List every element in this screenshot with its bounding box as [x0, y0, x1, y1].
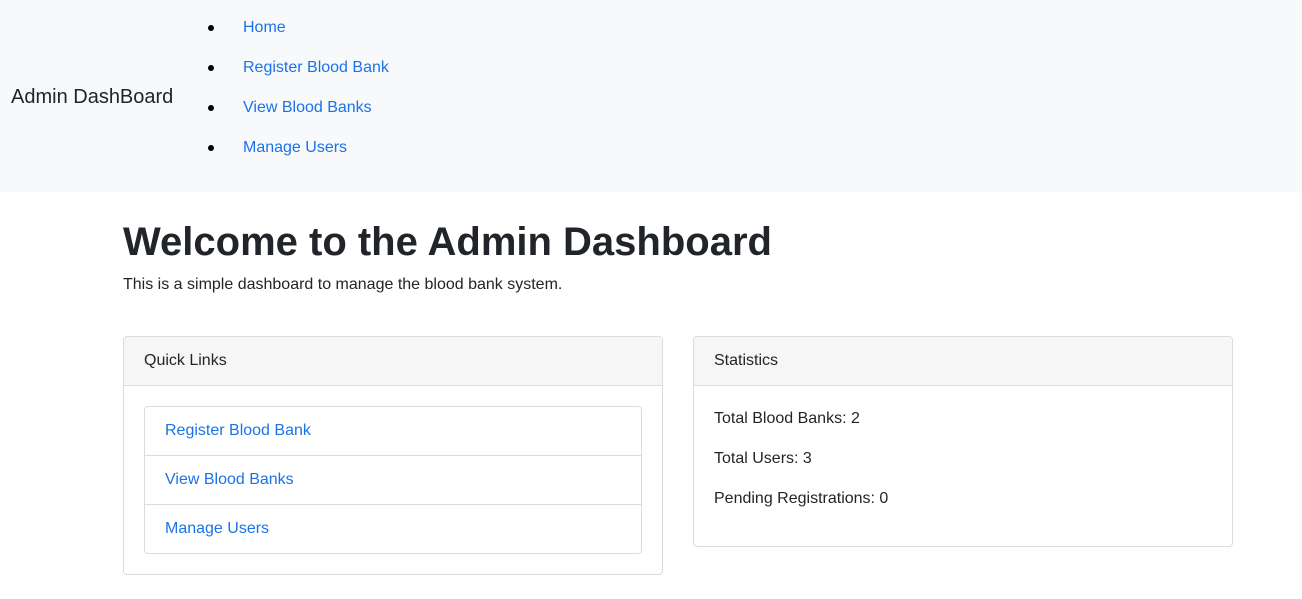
quick-link-view-blood-banks[interactable]: View Blood Banks [145, 456, 641, 505]
nav-item-home: Home [204, 8, 389, 48]
quick-link-manage-users[interactable]: Manage Users [145, 505, 641, 553]
bullet-icon [208, 65, 214, 71]
nav-list: Home Register Blood Bank View Blood Bank… [204, 8, 389, 168]
navbar-brand[interactable]: Admin DashBoard [11, 84, 173, 110]
stat-total-users: Total Users: 3 [714, 450, 812, 467]
quick-links-list: Register Blood Bank View Blood Banks Man… [144, 406, 642, 554]
navbar: Admin DashBoard Home Register Blood Bank… [0, 0, 1302, 192]
page-subtitle: This is a simple dashboard to manage the… [123, 276, 563, 293]
statistics-header: Statistics [694, 337, 1232, 386]
quick-links-card: Quick Links Register Blood Bank View Blo… [123, 336, 663, 575]
stat-pending-registrations: Pending Registrations: 0 [714, 490, 889, 507]
page-title: Welcome to the Admin Dashboard [123, 220, 772, 264]
nav-link-register-blood-bank[interactable]: Register Blood Bank [243, 59, 389, 77]
nav-link-home[interactable]: Home [243, 19, 286, 37]
nav-item-view-blood-banks: View Blood Banks [204, 88, 389, 128]
nav-item-manage-users: Manage Users [204, 128, 389, 168]
nav-item-register-blood-bank: Register Blood Bank [204, 48, 389, 88]
statistics-card: Statistics Total Blood Banks: 2 Total Us… [693, 336, 1233, 547]
bullet-icon [208, 145, 214, 151]
quick-links-header: Quick Links [124, 337, 662, 386]
bullet-icon [208, 105, 214, 111]
nav-link-manage-users[interactable]: Manage Users [243, 139, 347, 157]
bullet-icon [208, 25, 214, 31]
nav-link-view-blood-banks[interactable]: View Blood Banks [243, 99, 372, 117]
quick-link-register-blood-bank[interactable]: Register Blood Bank [145, 407, 641, 456]
stat-total-blood-banks: Total Blood Banks: 2 [714, 410, 860, 427]
